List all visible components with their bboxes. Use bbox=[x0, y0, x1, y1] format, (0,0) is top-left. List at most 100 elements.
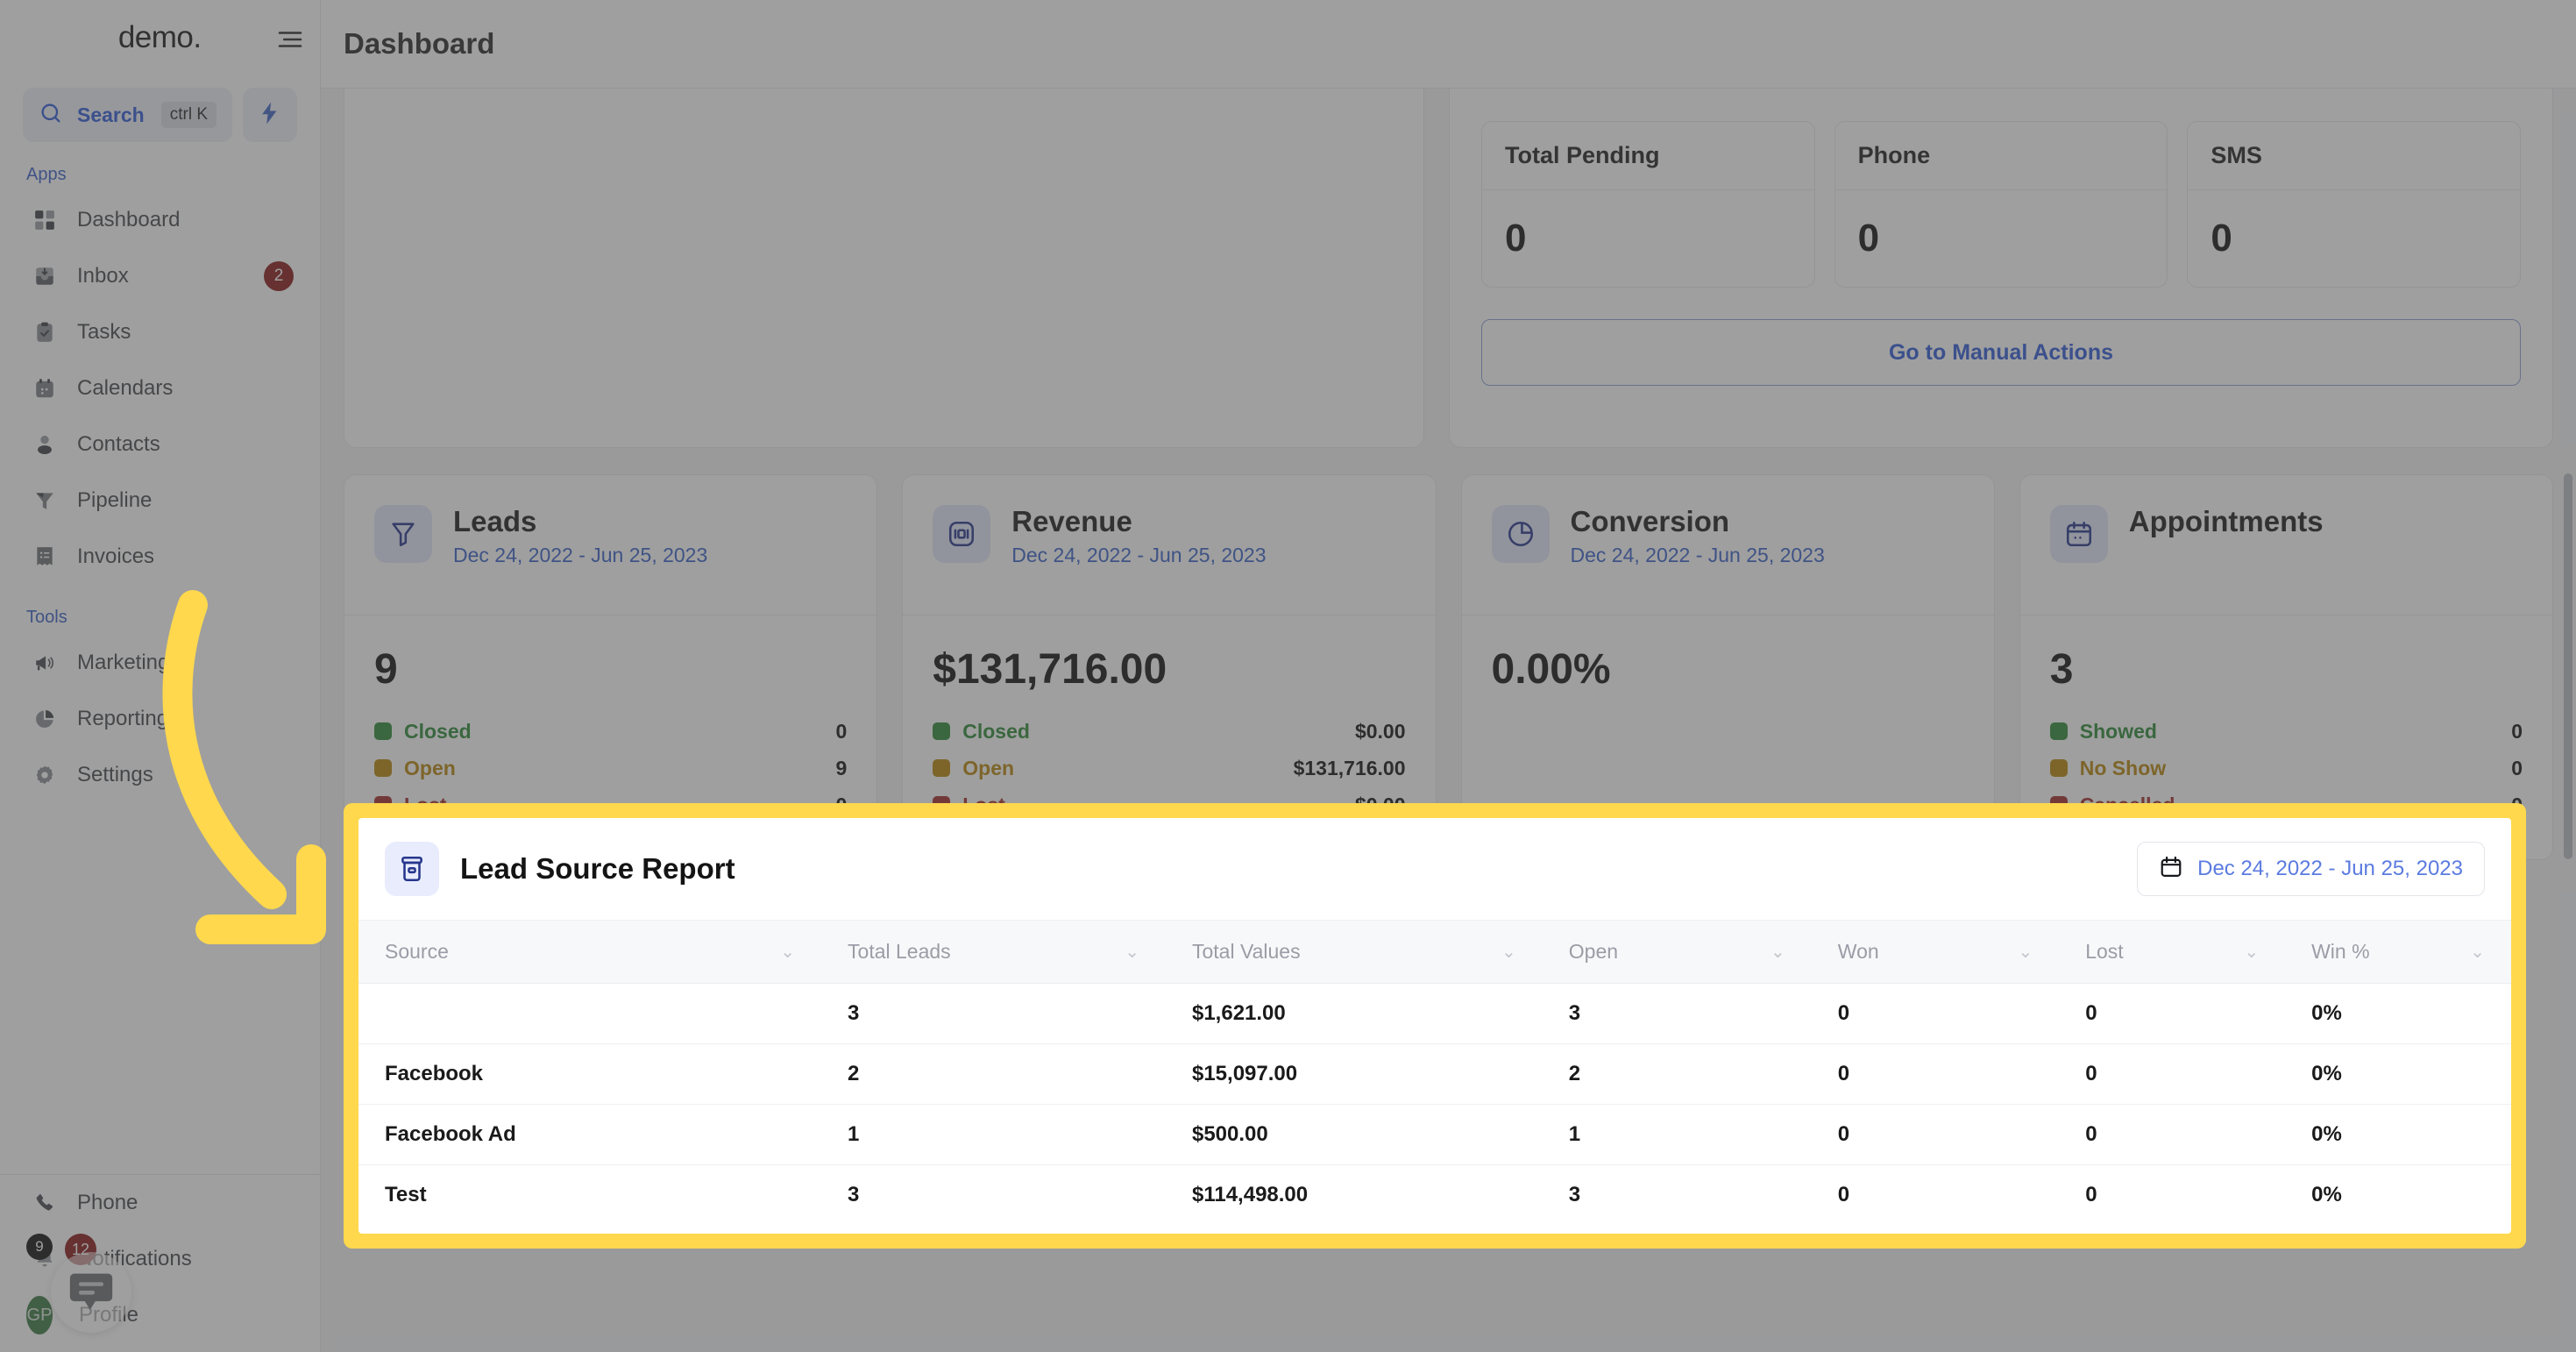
sidebar-item-pipeline[interactable]: Pipeline bbox=[0, 473, 320, 529]
cell-won: 0 bbox=[1811, 1043, 2060, 1105]
column-header-open-label: Open bbox=[1568, 940, 1619, 963]
table-row[interactable]: Test 3 $114,498.00 3 0 0 0% bbox=[358, 1165, 2511, 1226]
kpi-cards-row: Leads Dec 24, 2022 - Jun 25, 2023 9 Clos… bbox=[321, 474, 2576, 860]
hamburger-menu-icon bbox=[274, 24, 306, 60]
search-input[interactable]: Search ctrl K bbox=[23, 88, 232, 142]
column-header-win-pct[interactable]: Win % ⌄ bbox=[2285, 920, 2511, 984]
chevron-down-icon: ⌄ bbox=[780, 943, 796, 962]
kpi-appointments-header: Appointments bbox=[2019, 475, 2552, 616]
sidebar-item-inbox[interactable]: Inbox 2 bbox=[0, 248, 320, 304]
chevron-down-icon: ⌄ bbox=[2470, 943, 2485, 962]
table-row[interactable]: Facebook 2 $15,097.00 2 0 0 0% bbox=[358, 1043, 2511, 1105]
cell-open: 3 bbox=[1542, 983, 1812, 1044]
cell-total-values: $114,498.00 bbox=[1191, 1183, 1309, 1207]
legend-label-showed: Showed bbox=[2079, 719, 2157, 743]
lead-source-table-body: 3 $1,621.00 3 0 0 0% Facebook 2 $15,097.… bbox=[358, 983, 2511, 1226]
table-row[interactable]: Facebook Ad 1 $500.00 1 0 0 0% bbox=[358, 1104, 2511, 1165]
stat-total-pending-label: Total Pending bbox=[1482, 122, 1814, 190]
lead-source-report-header: Lead Source Report Dec 24, 2022 - Jun 25… bbox=[358, 818, 2511, 920]
sidebar-item-reporting[interactable]: Reporting bbox=[0, 691, 320, 747]
vertical-scrollbar-thumb[interactable] bbox=[2564, 473, 2572, 859]
column-header-source[interactable]: Source ⌄ bbox=[358, 920, 822, 984]
bell-icon: 9 12 bbox=[26, 1234, 96, 1272]
sidebar-item-contacts-label: Contacts bbox=[77, 432, 160, 456]
legend-dot-open bbox=[933, 759, 951, 777]
kpi-card-revenue[interactable]: Revenue Dec 24, 2022 - Jun 25, 2023 $131… bbox=[902, 474, 1437, 860]
chat-widget-button[interactable] bbox=[51, 1252, 131, 1333]
legend-value-open: 9 bbox=[835, 756, 848, 779]
lead-source-report-table: Source ⌄ Total Leads ⌄ Total Values ⌄ Op… bbox=[358, 920, 2511, 1226]
lead-source-report-date-range-text: Dec 24, 2022 - Jun 25, 2023 bbox=[2197, 857, 2463, 880]
sidebar-item-dashboard[interactable]: Dashboard bbox=[0, 192, 320, 248]
kpi-appointments-value: 3 bbox=[2049, 646, 2074, 693]
kpi-card-appointments[interactable]: Appointments 3 Showed 0 No Show 0 bbox=[2019, 474, 2553, 860]
chevron-down-icon: ⌄ bbox=[2018, 943, 2033, 962]
cell-lost: 0 bbox=[2085, 1183, 2097, 1207]
chat-bubble-icon bbox=[66, 1265, 117, 1320]
legend-dot-noshow bbox=[2049, 759, 2068, 777]
manual-actions-stats: Total Pending 0 Phone 0 SMS 0 bbox=[1481, 121, 2522, 288]
legend-value-closed: $0.00 bbox=[1354, 719, 1406, 743]
sidebar-item-contacts[interactable]: Contacts bbox=[0, 416, 320, 473]
quick-actions-button[interactable] bbox=[243, 88, 297, 142]
search-icon bbox=[39, 101, 63, 130]
cell-win-pct: 0% bbox=[2285, 1104, 2511, 1165]
kpi-card-conversion[interactable]: Conversion Dec 24, 2022 - Jun 25, 2023 0… bbox=[1460, 474, 1995, 860]
legend-label-closed: Closed bbox=[962, 719, 1030, 743]
legend-row: Closed 0 bbox=[374, 713, 847, 750]
column-header-won[interactable]: Won ⌄ bbox=[1811, 920, 2060, 984]
sidebar-item-calendars[interactable]: Calendars bbox=[0, 360, 320, 416]
chevron-down-icon: ⌄ bbox=[2244, 943, 2260, 962]
sidebar-toggle-button[interactable] bbox=[272, 23, 309, 60]
chevron-down-icon: ⌄ bbox=[1771, 943, 1785, 962]
sidebar-item-notifications[interactable]: 9 12 Notifications bbox=[0, 1231, 320, 1287]
legend-row: Open $131,716.00 bbox=[933, 750, 1406, 786]
sidebar-item-tasks[interactable]: Tasks bbox=[0, 304, 320, 360]
legend-row: No Show 0 bbox=[2049, 750, 2523, 786]
cell-total-leads: 3 bbox=[821, 983, 1166, 1044]
phone-icon bbox=[32, 1190, 58, 1216]
sidebar: demo. Search ctrl K Apps Dashboard Inbox… bbox=[0, 0, 321, 1352]
sidebar-item-profile[interactable]: GP Profile bbox=[0, 1287, 320, 1343]
stat-total-pending: Total Pending 0 bbox=[1481, 121, 1815, 288]
cell-win-pct: 0% bbox=[2285, 1043, 2511, 1105]
kpi-leads-title: Leads bbox=[453, 505, 537, 537]
legend-value-showed: 0 bbox=[2511, 719, 2523, 743]
column-header-open[interactable]: Open ⌄ bbox=[1542, 920, 1812, 984]
stat-sms-value: 0 bbox=[2211, 217, 2232, 260]
kpi-conversion-value: 0.00% bbox=[1491, 646, 1611, 693]
legend-dot-open bbox=[374, 759, 392, 777]
invoice-list-icon bbox=[32, 544, 58, 570]
cell-lost: 0 bbox=[2059, 1104, 2286, 1165]
column-header-total-values[interactable]: Total Values ⌄ bbox=[1165, 920, 1543, 984]
lead-source-table-header: Source ⌄ Total Leads ⌄ Total Values ⌄ Op… bbox=[358, 920, 2511, 984]
funnel-icon bbox=[374, 505, 432, 563]
cell-source: Test bbox=[385, 1183, 427, 1207]
go-to-manual-actions-button[interactable]: Go to Manual Actions bbox=[1481, 319, 2521, 386]
column-header-won-label: Won bbox=[1837, 940, 1879, 963]
cell-open: 2 bbox=[1542, 1043, 1812, 1105]
sidebar-item-marketing-label: Marketing bbox=[77, 651, 170, 674]
grid-icon bbox=[32, 207, 58, 233]
lead-source-report-date-range-picker[interactable]: Dec 24, 2022 - Jun 25, 2023 bbox=[2137, 842, 2485, 896]
kpi-card-leads[interactable]: Leads Dec 24, 2022 - Jun 25, 2023 9 Clos… bbox=[344, 474, 878, 860]
kpi-conversion-subtitle: Dec 24, 2022 - Jun 25, 2023 bbox=[1570, 543, 1825, 566]
column-header-total-leads[interactable]: Total Leads ⌄ bbox=[821, 920, 1166, 984]
lead-source-report-title: Lead Source Report bbox=[460, 852, 735, 885]
table-row[interactable]: 3 $1,621.00 3 0 0 0% bbox=[358, 983, 2511, 1044]
sidebar-item-invoices[interactable]: Invoices bbox=[0, 529, 320, 585]
sidebar-item-phone-label: Phone bbox=[77, 1191, 138, 1214]
sidebar-item-marketing[interactable]: Marketing bbox=[0, 635, 320, 691]
column-header-total-leads-label: Total Leads bbox=[848, 940, 951, 963]
column-header-lost[interactable]: Lost ⌄ bbox=[2059, 920, 2286, 984]
search-placeholder-label: Search bbox=[77, 103, 145, 126]
avatar: GP bbox=[26, 1296, 53, 1334]
sidebar-item-calendars-label: Calendars bbox=[77, 376, 174, 400]
kpi-conversion-header: Conversion Dec 24, 2022 - Jun 25, 2023 bbox=[1461, 475, 1994, 616]
sidebar-item-phone[interactable]: Phone bbox=[0, 1175, 320, 1231]
lead-source-report-card: Lead Source Report Dec 24, 2022 - Jun 25… bbox=[358, 818, 2511, 1234]
sidebar-item-settings[interactable]: Settings bbox=[0, 747, 320, 803]
legend-value-closed: 0 bbox=[835, 719, 848, 743]
cell-total-values: $15,097.00 bbox=[1165, 1043, 1543, 1105]
cell-source: Facebook Ad bbox=[358, 1104, 822, 1165]
